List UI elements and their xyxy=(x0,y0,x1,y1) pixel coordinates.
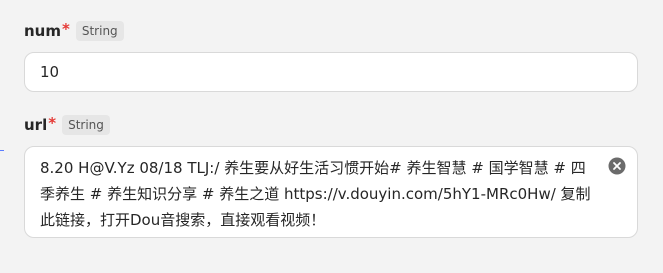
num-input-value: 10 xyxy=(40,63,60,81)
num-required-mark: * xyxy=(62,20,70,38)
clear-circle-icon[interactable] xyxy=(608,157,626,175)
num-label: num xyxy=(24,22,61,40)
url-label: url xyxy=(24,116,48,134)
url-label-row: url * String xyxy=(24,114,638,136)
num-type-badge: String xyxy=(75,21,124,41)
edge-indicator xyxy=(0,150,4,151)
num-field: num * String 10 xyxy=(24,20,638,92)
url-field: url * String 8.20 H@V.Yz 08/18 TLJ:/ 养生要… xyxy=(24,114,638,238)
clear-circle-icon-graphic xyxy=(608,157,626,175)
url-textarea-value: 8.20 H@V.Yz 08/18 TLJ:/ 养生要从好生活习惯开始# 养生智… xyxy=(40,159,591,229)
url-required-mark: * xyxy=(48,114,57,132)
url-type-badge: String xyxy=(62,115,110,135)
num-label-row: num * String xyxy=(24,20,638,42)
num-input[interactable]: 10 xyxy=(24,52,638,92)
url-textarea[interactable]: 8.20 H@V.Yz 08/18 TLJ:/ 养生要从好生活习惯开始# 养生智… xyxy=(24,146,638,238)
